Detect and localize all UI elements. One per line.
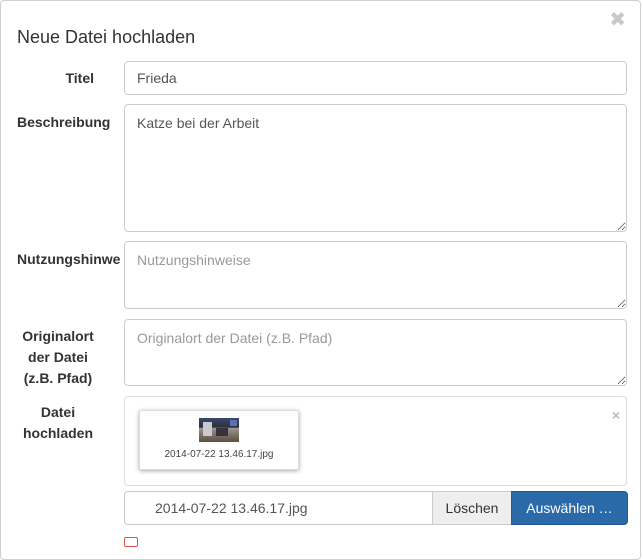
title-input[interactable] (124, 61, 627, 95)
origin-label-line: der Datei (28, 349, 88, 365)
origin-label-line: (z.B. Pfad) (23, 370, 93, 386)
title-label: Titel (65, 70, 94, 86)
upload-dialog: ✖ Neue Datei hochladen Titel Beschreibun… (0, 0, 641, 560)
choose-file-button[interactable]: Auswählen … (511, 491, 628, 525)
close-icon[interactable]: ✖ (609, 10, 626, 30)
origin-label-line: Originalort (22, 328, 94, 344)
remove-preview-icon[interactable]: × (612, 407, 620, 423)
selected-file-field[interactable]: 2014-07-22 13.46.17.jpg (124, 491, 433, 525)
file-preview-card: 2014-07-22 13.46.17.jpg (139, 410, 299, 470)
preview-filename: 2014-07-22 13.46.17.jpg (164, 449, 274, 460)
origin-label: Originalort der Datei (z.B. Pfad) (15, 326, 101, 389)
description-label: Beschreibung (17, 114, 111, 130)
dialog-title: Neue Datei hochladen (17, 27, 196, 47)
origin-textarea[interactable] (124, 319, 627, 386)
upload-label: Datei hochladen (15, 402, 101, 444)
description-textarea[interactable]: Katze bei der Arbeit (124, 104, 627, 232)
delete-file-button[interactable]: Löschen (432, 491, 512, 525)
usage-label: Nutzungshinwe (17, 251, 121, 267)
upload-label-line: Datei (40, 404, 76, 420)
upload-dropzone[interactable]: × 2014-07-22 13.46.17.jpg (124, 396, 627, 486)
usage-textarea[interactable] (124, 241, 627, 309)
file-thumbnail-image (199, 418, 239, 442)
partially-visible-element (124, 537, 138, 547)
upload-label-line: hochladen (22, 425, 93, 441)
